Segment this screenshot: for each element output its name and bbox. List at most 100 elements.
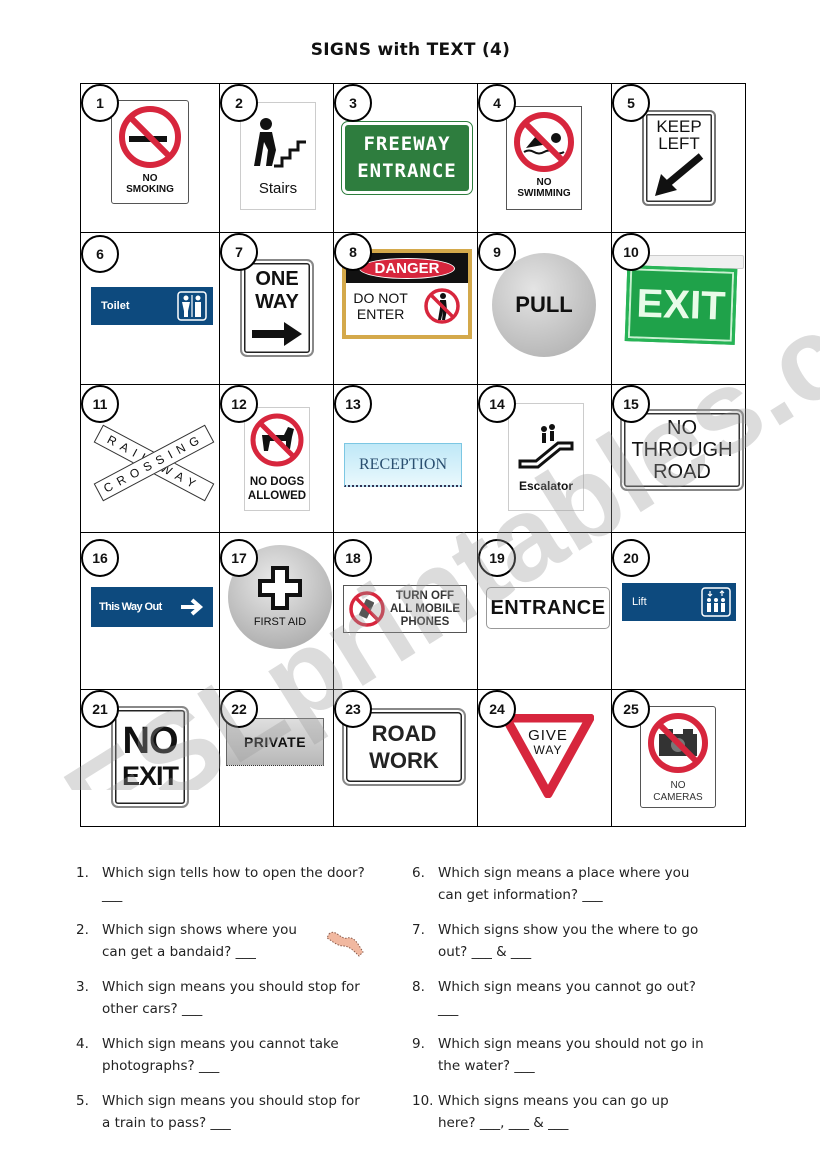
give-way-text: GIVE WAY bbox=[518, 726, 578, 760]
exit-sign: EXIT bbox=[624, 265, 738, 345]
sign-cell-8: 8 DANGER DO NOT ENTER bbox=[333, 232, 478, 385]
sign-cell-13: 13 RECEPTION bbox=[333, 384, 478, 533]
question-text: Which signs show you the where to go out… bbox=[438, 922, 699, 960]
sign-text: WORK bbox=[369, 748, 439, 773]
sign-text: ENTRANCE bbox=[357, 160, 457, 182]
sign-text: PHONES bbox=[400, 615, 450, 628]
question-text: Which signs means you can go up here? __… bbox=[438, 1093, 669, 1131]
sign-cell-24: 24 GIVE WAY bbox=[477, 689, 612, 827]
escalator-icon bbox=[518, 424, 574, 469]
sign-number: 5 bbox=[612, 84, 650, 122]
sign-text: Escalator bbox=[518, 479, 574, 493]
sign-text: SWIMMING bbox=[517, 188, 571, 199]
question-text: Which sign tells how to open the door? _… bbox=[102, 865, 365, 903]
sign-text: NO bbox=[536, 177, 552, 188]
sign-number: 16 bbox=[81, 539, 119, 577]
sign-text: DO NOT bbox=[353, 290, 408, 306]
sign-number: 21 bbox=[81, 690, 119, 728]
stairs-icon bbox=[254, 117, 306, 167]
question-text: Which sign means a place where you can g… bbox=[438, 865, 690, 903]
sign-number: 15 bbox=[612, 385, 650, 423]
sign-number: 8 bbox=[334, 233, 372, 271]
sign-number: 12 bbox=[220, 385, 258, 423]
sign-number: 20 bbox=[612, 539, 650, 577]
no-smoking-sign: NO SMOKING bbox=[111, 100, 189, 204]
sign-number: 2 bbox=[220, 84, 258, 122]
sign-cell-21: 21 NO EXIT bbox=[80, 689, 220, 827]
sign-number: 24 bbox=[478, 690, 516, 728]
sign-text: DANGER bbox=[359, 257, 455, 279]
sign-number: 7 bbox=[220, 233, 258, 271]
sign-text: Lift bbox=[632, 596, 647, 608]
sign-number: 6 bbox=[81, 235, 119, 273]
bandaid-icon bbox=[326, 931, 364, 957]
sign-text: ROAD bbox=[653, 461, 711, 483]
sign-text: EXIT bbox=[121, 761, 179, 791]
question-number: 10. bbox=[412, 1093, 434, 1109]
sign-cell-3: 3 FREEWAY ENTRANCE bbox=[333, 83, 478, 233]
sign-cell-16: 16 This Way Out bbox=[80, 532, 220, 690]
sign-cell-4: 4 NO SWIMMING bbox=[477, 83, 612, 233]
sign-cell-9: 9 PULL bbox=[477, 232, 612, 385]
question-text: Which sign means you cannot take photogr… bbox=[102, 1036, 339, 1074]
sign-text: NO bbox=[670, 780, 686, 791]
sign-text: KEEP bbox=[656, 117, 702, 136]
sign-number: 14 bbox=[478, 385, 516, 423]
sign-number: 18 bbox=[334, 539, 372, 577]
sign-text: THROUGH bbox=[631, 439, 733, 461]
sign-text: Toilet bbox=[101, 300, 130, 312]
question-number: 3. bbox=[76, 979, 89, 995]
question-number: 7. bbox=[412, 922, 425, 938]
sign-cell-15: 15 NO THROUGH ROAD bbox=[611, 384, 746, 533]
sign-cell-12: 12 NO DOGS ALLOWED bbox=[219, 384, 334, 533]
toilet-icon bbox=[177, 291, 207, 321]
question-number: 9. bbox=[412, 1036, 425, 1052]
no-dogs-sign: NO DOGS ALLOWED bbox=[244, 407, 310, 511]
lift-sign: Lift bbox=[622, 583, 736, 621]
sign-cell-6: 6 Toilet bbox=[80, 232, 220, 385]
sign-cell-7: 7 ONE WAY bbox=[219, 232, 334, 385]
sign-text: GIVE bbox=[528, 727, 568, 744]
sign-cell-18: 18 TURN OFF ALL MOBILE PHONES bbox=[333, 532, 478, 690]
no-swimming-sign: NO SWIMMING bbox=[506, 106, 582, 210]
no-cameras-sign: NO CAMERAS bbox=[640, 706, 716, 808]
sign-text: FIRST AID bbox=[253, 616, 307, 628]
sign-text: WAY bbox=[255, 291, 299, 313]
lift-icon bbox=[701, 587, 731, 617]
sign-text: ONE bbox=[255, 268, 299, 290]
sign-number: 19 bbox=[478, 539, 516, 577]
question-number: 8. bbox=[412, 979, 425, 995]
this-way-out-sign: This Way Out bbox=[91, 587, 213, 627]
sign-number: 22 bbox=[220, 690, 258, 728]
sign-cell-22: 22 PRIVATE bbox=[219, 689, 334, 827]
sign-text: Stairs bbox=[258, 179, 298, 197]
one-way-sign: ONE WAY bbox=[240, 259, 314, 357]
arrow-right-icon bbox=[181, 598, 204, 616]
signs-grid: 1 NO SMOKING 2 Stairs 3 FREEWAY ENTRANCE 4… bbox=[80, 83, 746, 827]
question-text: Which sign means you should stop for a t… bbox=[102, 1093, 360, 1131]
sign-number: 25 bbox=[612, 690, 650, 728]
sign-cell-25: 25 NO CAMERAS bbox=[611, 689, 746, 827]
cross-icon bbox=[258, 566, 302, 610]
sign-text: CAMERAS bbox=[653, 792, 703, 803]
sign-cell-2: 2 Stairs bbox=[219, 83, 334, 233]
sign-text: This Way Out bbox=[99, 601, 162, 613]
sign-number: 17 bbox=[220, 539, 258, 577]
sign-cell-1: 1 NO SMOKING bbox=[80, 83, 220, 233]
railway-crossing-sign: RAIL WAY CROSSING bbox=[91, 415, 215, 511]
sign-text: ALLOWED bbox=[247, 490, 307, 502]
question-text: Which sign means you should not go in th… bbox=[438, 1036, 704, 1074]
question-number: 6. bbox=[412, 865, 425, 881]
reception-sign: RECEPTION bbox=[344, 443, 462, 487]
sign-cell-20: 20 Lift bbox=[611, 532, 746, 690]
no-dogs-icon bbox=[250, 413, 304, 467]
sign-text: WAY bbox=[533, 743, 563, 757]
sign-cell-17: 17 FIRST AID bbox=[219, 532, 334, 690]
sign-text: ROAD bbox=[371, 721, 437, 746]
question-text: Which sign means you cannot go out? ___ bbox=[438, 979, 696, 1017]
sign-cell-5: 5 KEEP LEFT bbox=[611, 83, 746, 233]
freeway-entrance-sign: FREEWAY ENTRANCE bbox=[341, 121, 473, 195]
sign-cell-23: 23 ROAD WORK bbox=[333, 689, 478, 827]
sign-text: NO bbox=[142, 173, 158, 184]
question-number: 1. bbox=[76, 865, 89, 881]
